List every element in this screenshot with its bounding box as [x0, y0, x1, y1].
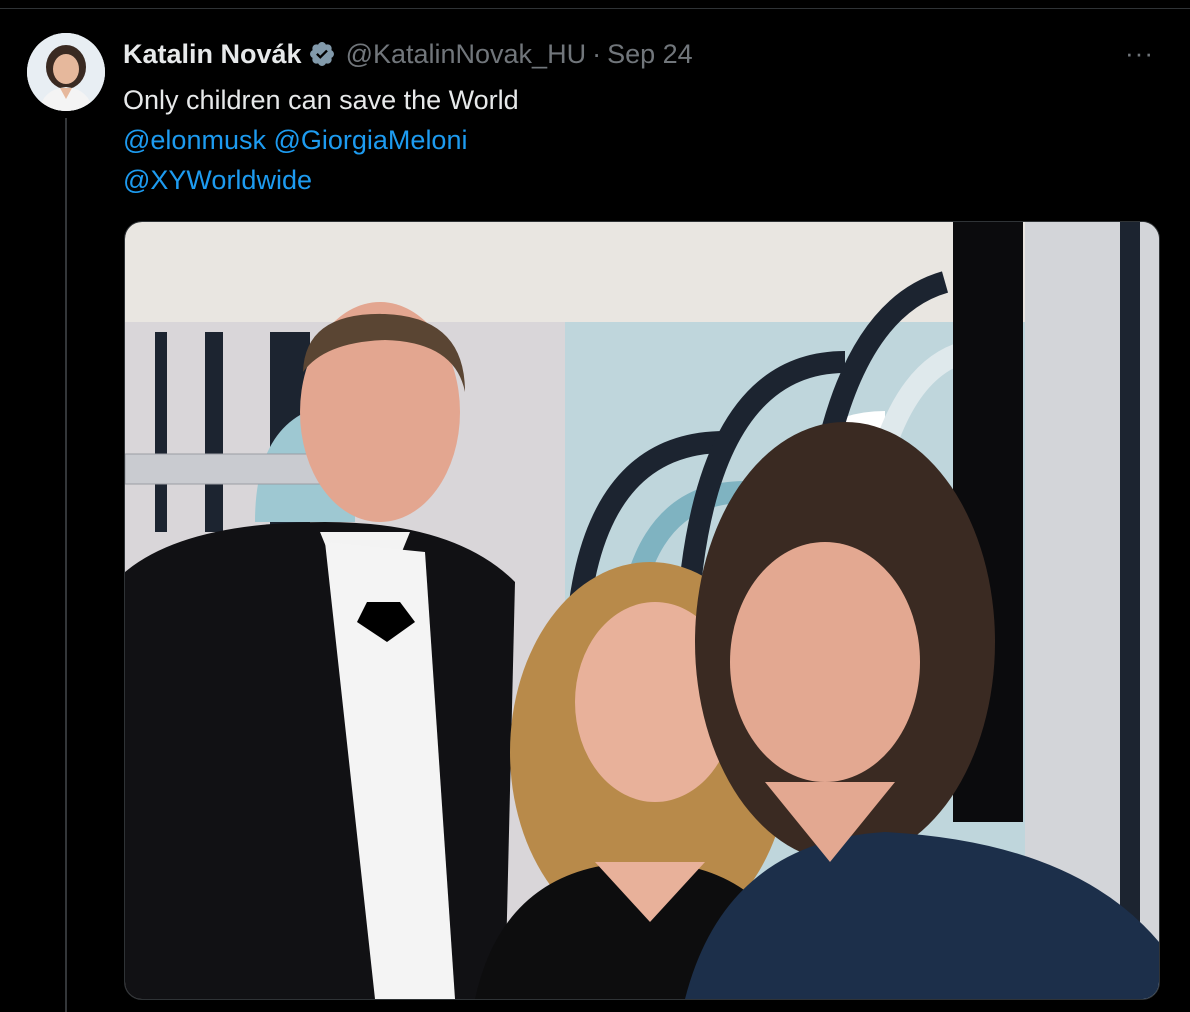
tweet-photo[interactable]: [124, 221, 1160, 1000]
mention-link[interactable]: @GiorgiaMeloni: [273, 125, 467, 155]
tweet-text: Only children can save the World @elonmu…: [123, 80, 519, 200]
mention-link[interactable]: @XYWorldwide: [123, 165, 312, 195]
mention-link[interactable]: @elonmusk: [123, 125, 266, 155]
author-name[interactable]: Katalin Novák: [123, 39, 302, 70]
avatar[interactable]: [27, 33, 105, 111]
meta-separator: ·: [592, 38, 602, 69]
verified-badge-icon: [308, 40, 336, 68]
tweet-header: Katalin Novák @KatalinNovak_HU · Sep 24: [123, 34, 693, 74]
top-divider: [0, 0, 1190, 9]
tweet-text-line: Only children can save the World: [123, 85, 519, 115]
author-handle[interactable]: @KatalinNovak_HU: [346, 39, 587, 70]
thread-connector-line: [65, 118, 67, 1012]
more-options-icon[interactable]: ···: [1125, 38, 1154, 69]
tweet-date[interactable]: Sep 24: [607, 39, 693, 70]
